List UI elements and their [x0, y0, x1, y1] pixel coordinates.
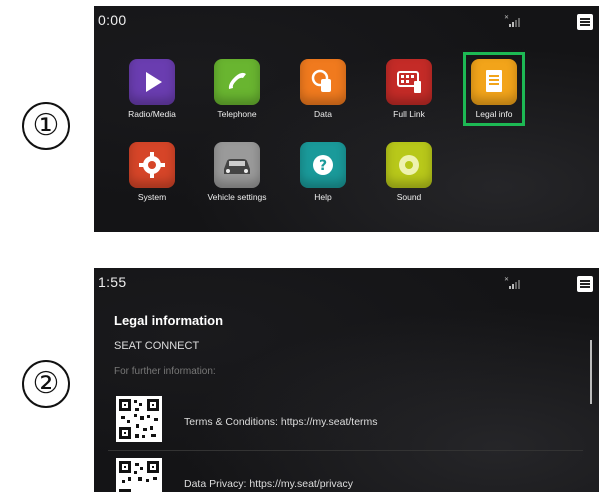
app-label: Telephone: [217, 109, 257, 119]
step-marker-2: ②: [22, 360, 70, 408]
phone-icon: [214, 59, 260, 105]
svg-text:?: ?: [319, 158, 327, 174]
info-hint: For further information:: [114, 366, 216, 377]
app-label: Vehicle settings: [207, 192, 267, 202]
app-label: Radio/Media: [128, 109, 176, 119]
home-screen: 0:00 ✕ Radio/Media Telephone Data Full L…: [94, 6, 599, 232]
app-label: Data: [314, 109, 332, 119]
qr-code-icon: [116, 396, 162, 442]
app-sound[interactable]: Sound: [373, 142, 445, 202]
app-full-link[interactable]: Full Link: [373, 59, 445, 119]
grid-phone-icon: [386, 59, 432, 105]
clock: 1:55: [98, 274, 127, 290]
app-vehicle-settings[interactable]: Vehicle settings: [201, 142, 273, 202]
app-telephone[interactable]: Telephone: [201, 59, 273, 119]
terms-link[interactable]: Terms & Conditions: https://my.seat/term…: [184, 416, 378, 428]
speaker-icon: [386, 142, 432, 188]
car-icon: [214, 142, 260, 188]
app-label: Help: [314, 192, 332, 202]
app-label: Sound: [396, 192, 422, 202]
svg-text:✕: ✕: [504, 14, 509, 21]
legal-info-screen: 1:55 ✕ Legal information SEAT CONNECT Fo…: [94, 268, 599, 492]
app-label: Legal info: [475, 109, 513, 119]
divider: [108, 450, 583, 451]
step-marker-1: ①: [22, 102, 70, 150]
app-system[interactable]: System: [116, 142, 188, 202]
question-icon: ?: [300, 142, 346, 188]
privacy-link[interactable]: Data Privacy: https://my.seat/privacy: [184, 478, 353, 490]
qr-code-icon: [116, 458, 162, 492]
app-label: Full Link: [393, 109, 425, 119]
signal-icon: ✕: [504, 276, 520, 289]
play-icon: [129, 59, 175, 105]
scrollbar[interactable]: [590, 340, 592, 404]
app-label: System: [137, 192, 167, 202]
app-help[interactable]: ? Help: [287, 142, 359, 202]
document-icon: [471, 59, 517, 105]
menu-icon[interactable]: [577, 276, 593, 292]
clock: 0:00: [98, 12, 127, 28]
menu-icon[interactable]: [577, 14, 593, 30]
app-legal-info[interactable]: Legal info: [458, 59, 530, 119]
app-radio-media[interactable]: Radio/Media: [116, 59, 188, 119]
svg-text:✕: ✕: [504, 276, 509, 283]
gear-icon: [129, 142, 175, 188]
signal-icon: ✕: [504, 14, 520, 27]
app-data[interactable]: Data: [287, 59, 359, 119]
page-title: Legal information: [114, 313, 224, 328]
page-subtitle: SEAT CONNECT: [114, 340, 200, 352]
fuel-icon: [300, 59, 346, 105]
